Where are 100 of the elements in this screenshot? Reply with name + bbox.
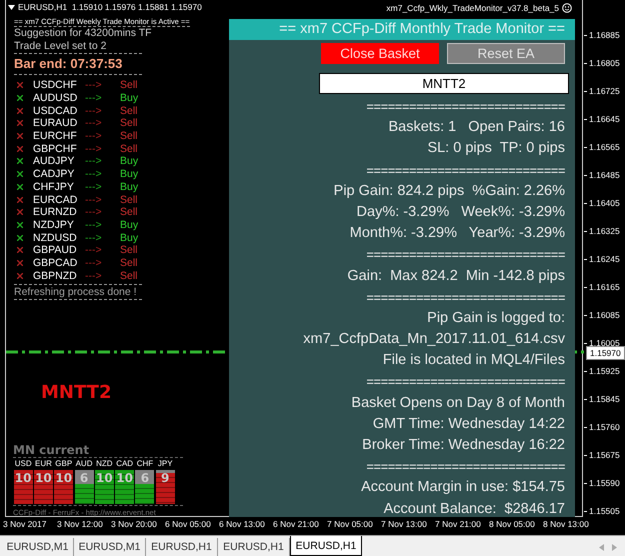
time-label: 8 Nov 05:00	[489, 519, 536, 529]
time-label: 6 Nov 21:00	[273, 519, 320, 529]
ea-name: xm7_Ccfp_Wkly_TradeMonitor_v37.8_beta_5	[386, 3, 559, 13]
time-label: 7 Nov 05:00	[327, 519, 374, 529]
pair-name: EURNZD	[33, 206, 78, 218]
meter-title: MN current	[13, 443, 90, 457]
separator-text: ============================	[366, 458, 565, 476]
arrow-text: --->	[85, 232, 103, 244]
strength-value: 6	[140, 471, 150, 485]
currency-label: CAD	[116, 459, 134, 470]
cross-icon	[17, 222, 23, 228]
info-text: Baskets: 1 Open Pairs: 16	[388, 118, 565, 138]
price-label: 1.16725	[589, 86, 620, 96]
suggestion-text: Suggestion for 43200mins TF	[14, 27, 152, 40]
info-text: xm7_CcfpData_Mn_2017.11.01_614.csv	[303, 330, 565, 350]
signal-text: Sell	[120, 256, 138, 269]
currency-label: AUD	[76, 459, 92, 470]
info-text: File is located in MQL4/Files	[382, 351, 565, 370]
smiley-icon[interactable]	[562, 3, 572, 13]
info-text: Account Balance: $2846.17	[384, 500, 565, 519]
pair-name: GBPAUD	[33, 244, 78, 256]
time-label: 7 Nov 21:00	[435, 519, 482, 529]
info-text: Basket Opens on Day 8 of Month	[351, 394, 565, 413]
time-label: 3 Nov 2017	[3, 519, 48, 529]
info-text: Day%: -3.29% Week%: -3.29%	[356, 202, 565, 222]
chart-tab[interactable]: EURUSD,H1	[290, 536, 362, 556]
strength-value: 10	[115, 471, 134, 485]
separator-text: ============================	[366, 246, 565, 264]
cross-icon	[17, 133, 23, 140]
info-text: Account Margin in use: $154.75	[361, 478, 565, 498]
pair-name: GBPCAD	[33, 256, 78, 269]
signal-text: Sell	[120, 142, 138, 155]
arrow-text: --->	[85, 244, 103, 256]
arrow-text: --->	[85, 104, 103, 117]
info-text: Pip Gain: 824.2 pips %Gain: 2.26%	[334, 182, 565, 201]
status-text: Refreshing process done !	[14, 284, 142, 300]
price-label: 1.16405	[589, 198, 620, 208]
cross-icon	[17, 158, 23, 164]
separator-text: ============================	[366, 98, 565, 116]
cross-icon	[17, 171, 23, 178]
price-label: 1.15590	[589, 478, 620, 488]
separator-text: ============================	[366, 288, 565, 307]
price-label: 1.16085	[589, 310, 620, 320]
price-label: 1.16165	[589, 282, 620, 292]
pair-name: NZDJPY	[33, 218, 75, 231]
trade-level-text: Trade Level set to 2	[14, 40, 142, 54]
time-label: 3 Nov 20:00	[111, 519, 158, 529]
pair-name: GBPCHF	[33, 142, 78, 155]
arrow-text: --->	[85, 92, 103, 104]
price-label: 1.16245	[589, 254, 620, 264]
signal-text: Sell	[120, 79, 138, 92]
arrow-text: --->	[85, 180, 103, 193]
price-label: 1.16565	[589, 142, 620, 152]
arrow-text: --->	[85, 79, 103, 92]
cross-icon	[17, 247, 23, 254]
arrow-text: --->	[85, 168, 103, 180]
price-label: 1.15925	[589, 366, 620, 376]
time-label: 6 Nov 13:00	[219, 519, 266, 529]
dropdown-icon[interactable]	[8, 4, 15, 10]
arrow-text: --->	[85, 142, 103, 155]
price-label: 1.16885	[589, 30, 620, 40]
price-label: 1.16005	[589, 338, 620, 348]
arrow-text: --->	[85, 256, 103, 269]
price-label: 1.16325	[589, 226, 620, 236]
input-field[interactable]: MNTT2	[319, 73, 569, 94]
cross-icon	[17, 184, 23, 190]
signal-text: Sell	[120, 270, 138, 282]
currency-label: GBP	[55, 459, 72, 470]
chart-tab[interactable]: EURUSD,H1	[146, 538, 218, 556]
pair-name: EURCHF	[33, 130, 78, 142]
separator-text: ============================	[366, 162, 565, 180]
cross-icon	[17, 209, 23, 216]
arrow-text: --->	[85, 117, 103, 130]
pair-name: CADJPY	[33, 168, 76, 180]
chart-tab[interactable]: EURUSD,M1	[74, 538, 146, 556]
pair-name: AUDUSD	[33, 92, 78, 104]
cross-icon	[17, 95, 23, 102]
current-price-label: 1.15970	[586, 346, 625, 360]
time-label: 6 Nov 05:00	[165, 519, 212, 529]
currency-label: EUR	[35, 459, 52, 470]
chart-tab[interactable]: EURUSD,M1	[2, 538, 74, 556]
currency-label: JPY	[158, 459, 173, 470]
currency-label: CHF	[136, 459, 154, 470]
chart-label: MNTT2	[41, 382, 112, 403]
strength-value: 10	[34, 471, 53, 485]
strength-value: 6	[78, 471, 90, 485]
signal-text: Buy	[120, 218, 138, 231]
signal-text: Buy	[120, 92, 138, 104]
signal-text: Sell	[120, 194, 138, 206]
price-label: 1.16805	[589, 58, 620, 68]
info-text: Gain: Max 824.2 Min -142.8 pips	[347, 266, 565, 286]
signal-text: Buy	[120, 232, 138, 244]
arrow-text: --->	[85, 130, 103, 142]
info-text: Pip Gain is logged to:	[427, 308, 565, 328]
arrow-text: --->	[85, 270, 103, 282]
time-label: 3 Nov 12:00	[57, 519, 104, 529]
pair-name: AUDJPY	[33, 155, 76, 168]
price-label: 1.16645	[589, 114, 620, 124]
signal-text: Sell	[120, 244, 138, 256]
strength-value: 10	[14, 471, 32, 485]
